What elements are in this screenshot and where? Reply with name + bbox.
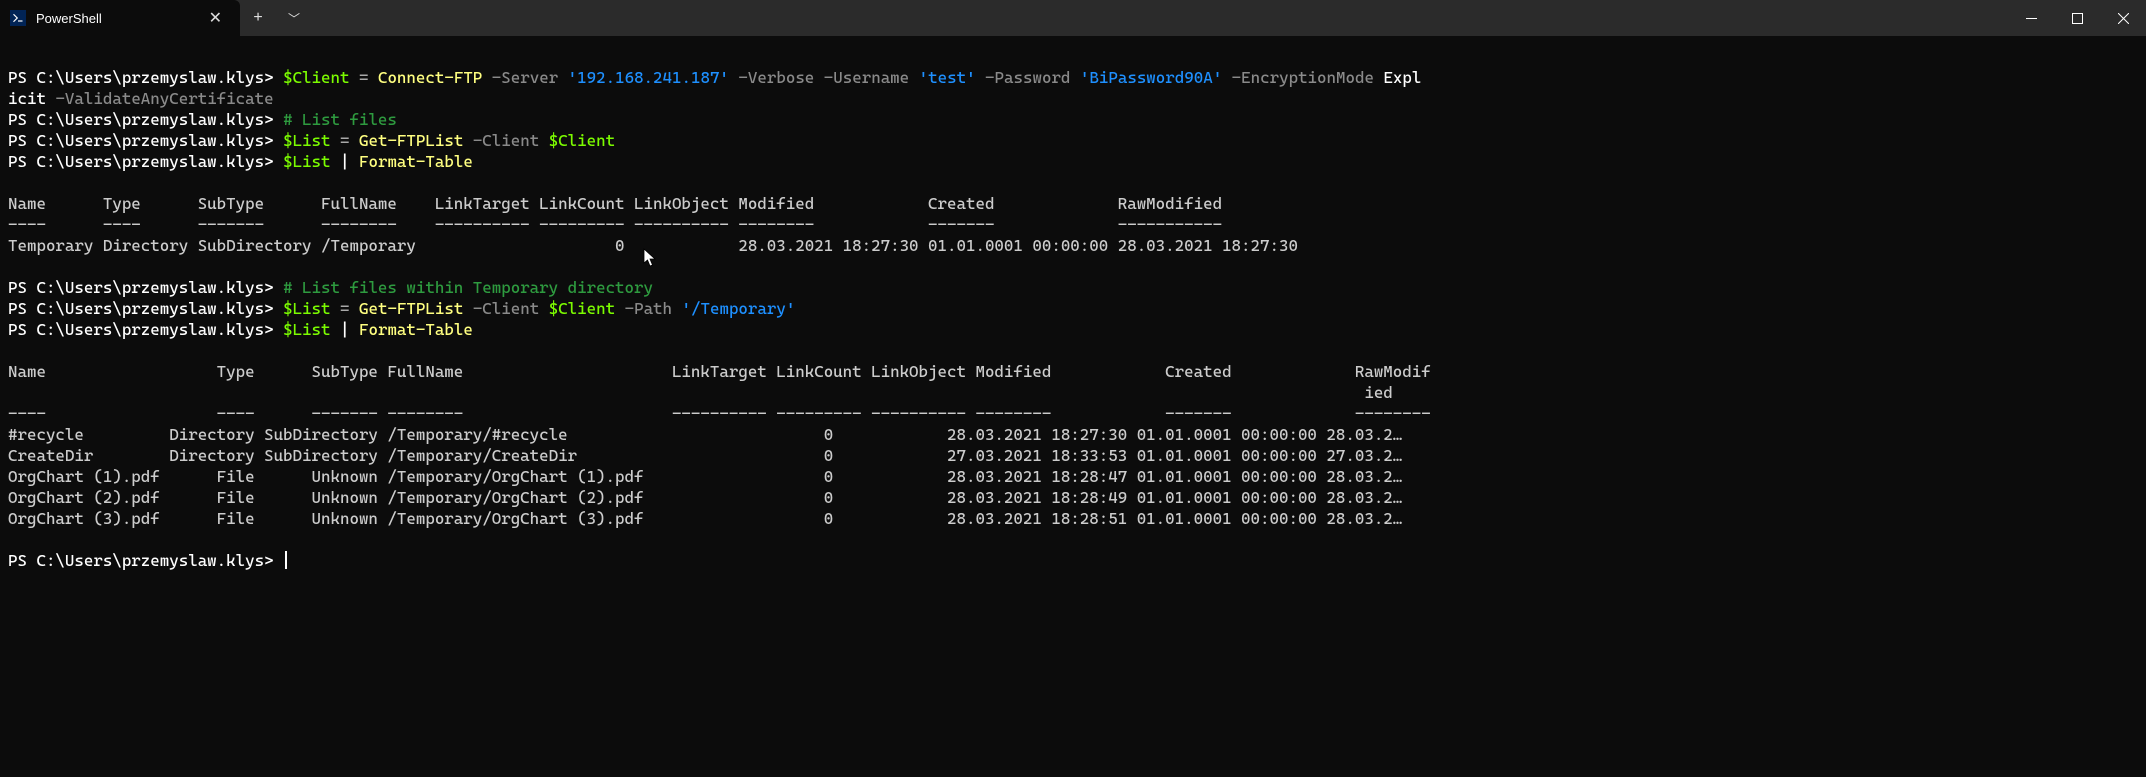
table-header: Name Type SubType FullName LinkTarget Li… bbox=[8, 362, 1431, 402]
tab-title: PowerShell bbox=[36, 11, 183, 26]
text-cursor bbox=[285, 551, 287, 569]
tab-close-button[interactable]: ✕ bbox=[203, 6, 228, 30]
prompt: PS C:\Users\przemyslaw.klys> bbox=[8, 551, 274, 570]
powershell-icon bbox=[10, 10, 26, 26]
window-controls bbox=[2008, 0, 2146, 36]
cmdlet: Connect-FTP bbox=[378, 68, 482, 87]
tab-dropdown-button[interactable]: ﹀ bbox=[276, 10, 312, 27]
table-rule: ---- ---- ------- -------- ---------- --… bbox=[8, 215, 1222, 234]
table-row: OrgChart (3).pdf File Unknown /Temporary… bbox=[8, 509, 1402, 528]
close-button[interactable] bbox=[2100, 0, 2146, 36]
variable: $Client bbox=[283, 68, 349, 87]
table-row: CreateDir Directory SubDirectory /Tempor… bbox=[8, 446, 1402, 465]
comment: # List files bbox=[283, 110, 397, 129]
new-tab-button[interactable]: + bbox=[240, 9, 276, 27]
table-header: Name Type SubType FullName LinkTarget Li… bbox=[8, 194, 1222, 213]
table-row: OrgChart (1).pdf File Unknown /Temporary… bbox=[8, 467, 1402, 486]
terminal-output[interactable]: PS C:\Users\przemyslaw.klys> $Client = C… bbox=[0, 36, 2146, 579]
tab-actions: + ﹀ bbox=[240, 0, 312, 36]
tab-powershell[interactable]: PowerShell ✕ bbox=[0, 0, 240, 36]
prompt: PS C:\Users\przemyslaw.klys> bbox=[8, 68, 274, 87]
minimize-button[interactable] bbox=[2008, 0, 2054, 36]
table-rule: ---- ---- ------- -------- ---------- --… bbox=[8, 404, 1431, 423]
titlebar: PowerShell ✕ + ﹀ bbox=[0, 0, 2146, 36]
table-row: Temporary Directory SubDirectory /Tempor… bbox=[8, 236, 1298, 255]
maximize-button[interactable] bbox=[2054, 0, 2100, 36]
table-row: #recycle Directory SubDirectory /Tempora… bbox=[8, 425, 1402, 444]
table-row: OrgChart (2).pdf File Unknown /Temporary… bbox=[8, 488, 1402, 507]
